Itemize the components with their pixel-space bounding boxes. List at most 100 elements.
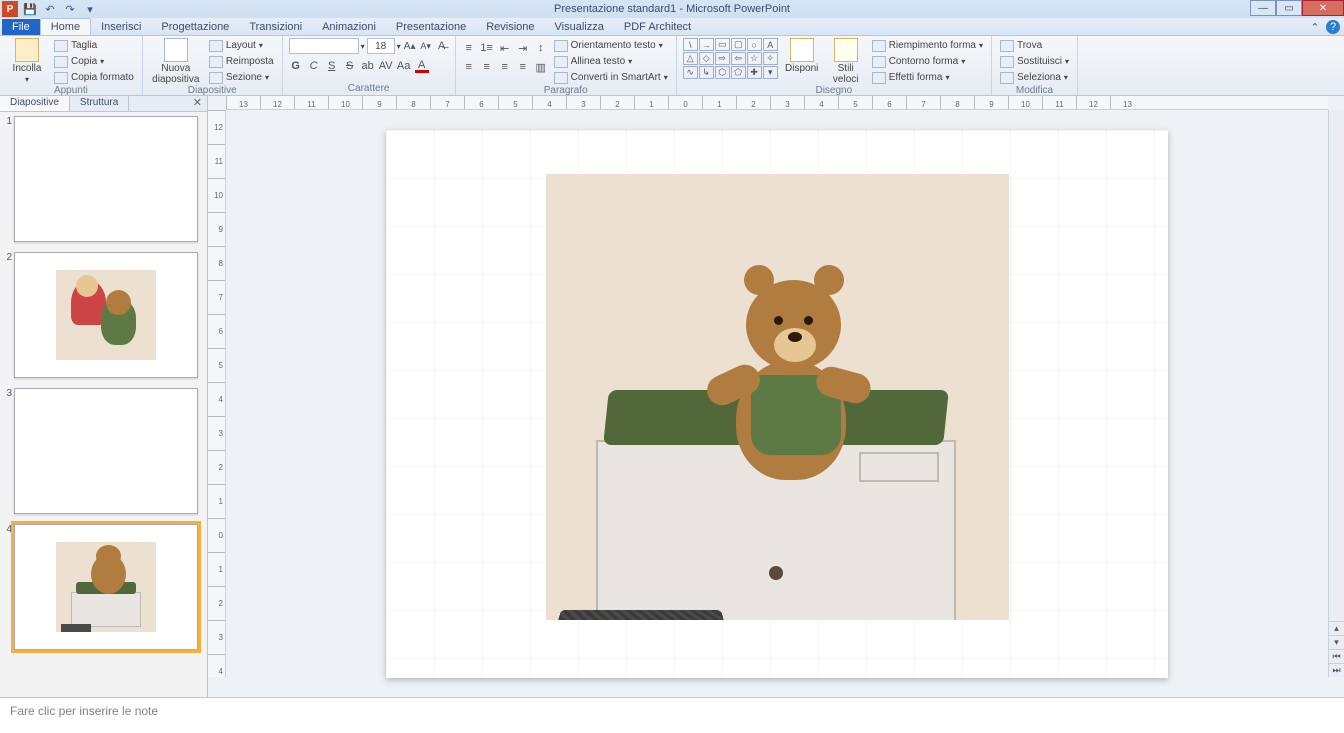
shape-diamond-icon[interactable]: ◇	[699, 52, 714, 65]
find-button[interactable]: Trova	[998, 38, 1071, 53]
shapes-gallery[interactable]: \→▭▢○A △◇⇨⇦☆✧ ∿↳⬡⬠✚▾	[683, 38, 778, 79]
tab-file[interactable]: File	[2, 19, 40, 35]
shape-arrow-icon[interactable]: →	[699, 38, 714, 51]
underline-icon[interactable]: S	[325, 59, 339, 73]
new-slide-button[interactable]: Nuova diapositiva	[149, 38, 203, 85]
chevron-down-icon[interactable]: ▾	[397, 42, 401, 51]
tab-progettazione[interactable]: Progettazione	[151, 19, 239, 35]
notes-pane[interactable]: Fare clic per inserire le note	[0, 697, 1344, 733]
clear-formatting-icon[interactable]: A̶	[435, 39, 449, 53]
shape-star-icon[interactable]: ☆	[747, 52, 762, 65]
slide-canvas[interactable]	[386, 130, 1168, 678]
strikethrough-icon[interactable]: S	[343, 59, 357, 73]
close-pane-icon[interactable]: ✕	[188, 96, 207, 111]
tab-presentazione[interactable]: Presentazione	[386, 19, 476, 35]
tab-inserisci[interactable]: Inserisci	[91, 19, 151, 35]
shadow-icon[interactable]: ab	[361, 59, 375, 73]
pane-tab-slides[interactable]: Diapositive	[0, 96, 70, 111]
binoculars-icon	[1000, 40, 1014, 52]
font-color-icon[interactable]: A	[415, 59, 429, 73]
shape-outline-button[interactable]: Contorno forma▾	[870, 54, 985, 69]
scroll-up-icon[interactable]: ▴	[1329, 621, 1344, 635]
tab-transizioni[interactable]: Transizioni	[239, 19, 312, 35]
shape-connector-icon[interactable]: ↳	[699, 66, 714, 79]
justify-icon[interactable]: ≡	[516, 60, 530, 74]
change-case-icon[interactable]: Aa	[397, 59, 411, 73]
align-center-icon[interactable]: ≡	[480, 60, 494, 74]
close-button[interactable]: ✕	[1302, 0, 1344, 16]
select-button[interactable]: Seleziona▾	[998, 70, 1071, 85]
arrange-button[interactable]: Disponi	[782, 38, 822, 74]
shape-pent-icon[interactable]: ⬠	[731, 66, 746, 79]
shape-rect-icon[interactable]: ▭	[715, 38, 730, 51]
shape-roundrect-icon[interactable]: ▢	[731, 38, 746, 51]
align-left-icon[interactable]: ≡	[462, 60, 476, 74]
scroll-down-icon[interactable]: ▾	[1329, 635, 1344, 649]
spacing-icon[interactable]: AV	[379, 59, 393, 73]
restore-button[interactable]: ▭	[1276, 0, 1302, 16]
grow-font-icon[interactable]: A▴	[403, 39, 417, 53]
tab-home[interactable]: Home	[40, 18, 91, 35]
cut-button[interactable]: Taglia	[52, 38, 136, 53]
chevron-down-icon[interactable]: ▾	[361, 42, 365, 51]
shape-text-icon[interactable]: A	[763, 38, 778, 51]
tab-revisione[interactable]: Revisione	[476, 19, 544, 35]
shape-effects-button[interactable]: Effetti forma▾	[870, 70, 985, 85]
line-spacing-icon[interactable]: ↕	[534, 41, 548, 55]
minimize-ribbon-icon[interactable]: ⌃	[1308, 20, 1322, 34]
help-icon[interactable]: ?	[1326, 20, 1340, 34]
prev-slide-icon[interactable]: ⏮	[1329, 649, 1344, 663]
replace-button[interactable]: Sostituisci▾	[998, 54, 1071, 69]
italic-icon[interactable]: C	[307, 59, 321, 73]
shape-oval-icon[interactable]: ○	[747, 38, 762, 51]
paste-button[interactable]: Incolla ▾	[6, 38, 48, 84]
next-slide-icon[interactable]: ⏭	[1329, 663, 1344, 677]
bold-icon[interactable]: G	[289, 59, 303, 73]
redo-icon[interactable]: ↷	[62, 1, 78, 17]
shape-callout-icon[interactable]: ✧	[763, 52, 778, 65]
shape-hex-icon[interactable]: ⬡	[715, 66, 730, 79]
shape-arrow-left-icon[interactable]: ⇦	[731, 52, 746, 65]
font-size-combo[interactable]: 18	[367, 38, 395, 54]
tab-animazioni[interactable]: Animazioni	[312, 19, 386, 35]
slide-thumbnail-2[interactable]	[14, 252, 198, 378]
decrease-indent-icon[interactable]: ⇤	[498, 41, 512, 55]
increase-indent-icon[interactable]: ⇥	[516, 41, 530, 55]
shape-plus-icon[interactable]: ✚	[747, 66, 762, 79]
minimize-button[interactable]: —	[1250, 0, 1276, 16]
shape-triangle-icon[interactable]: △	[683, 52, 698, 65]
smartart-button[interactable]: Converti in SmartArt▾	[552, 70, 670, 85]
shape-curve-icon[interactable]: ∿	[683, 66, 698, 79]
slide-thumbnail-3[interactable]	[14, 388, 198, 514]
tab-pdf-architect[interactable]: PDF Architect	[614, 19, 701, 35]
slide-surface[interactable]	[226, 110, 1328, 697]
columns-icon[interactable]: ▥	[534, 60, 548, 74]
save-icon[interactable]: 💾	[22, 1, 38, 17]
qat-dropdown-icon[interactable]: ▾	[82, 1, 98, 17]
tab-visualizza[interactable]: Visualizza	[545, 19, 614, 35]
bullets-icon[interactable]: ≡	[462, 41, 476, 55]
section-icon	[209, 72, 223, 84]
reset-button[interactable]: Reimposta	[207, 54, 276, 69]
vertical-scrollbar[interactable]: ▴ ▾ ⏮ ⏭	[1328, 110, 1344, 677]
font-family-combo[interactable]	[289, 38, 359, 54]
undo-icon[interactable]: ↶	[42, 1, 58, 17]
slide-image[interactable]	[546, 174, 1009, 620]
shape-fill-button[interactable]: Riempimento forma▾	[870, 38, 985, 53]
pane-tab-outline[interactable]: Struttura	[70, 96, 129, 111]
shape-arrow-right-icon[interactable]: ⇨	[715, 52, 730, 65]
align-right-icon[interactable]: ≡	[498, 60, 512, 74]
shape-more-icon[interactable]: ▾	[763, 66, 778, 79]
format-painter-button[interactable]: Copia formato	[52, 70, 136, 85]
numbering-icon[interactable]: 1≡	[480, 41, 494, 55]
text-direction-button[interactable]: Orientamento testo▾	[552, 38, 670, 53]
shrink-font-icon[interactable]: A▾	[419, 39, 433, 53]
section-button[interactable]: Sezione▾	[207, 70, 276, 85]
copy-button[interactable]: Copia▾	[52, 54, 136, 69]
layout-button[interactable]: Layout▾	[207, 38, 276, 53]
quick-styles-button[interactable]: Stili veloci	[826, 38, 866, 85]
align-text-button[interactable]: Allinea testo▾	[552, 54, 670, 69]
slide-thumbnail-1[interactable]	[14, 116, 198, 242]
shape-line-icon[interactable]: \	[683, 38, 698, 51]
slide-thumbnail-4[interactable]	[14, 524, 198, 650]
